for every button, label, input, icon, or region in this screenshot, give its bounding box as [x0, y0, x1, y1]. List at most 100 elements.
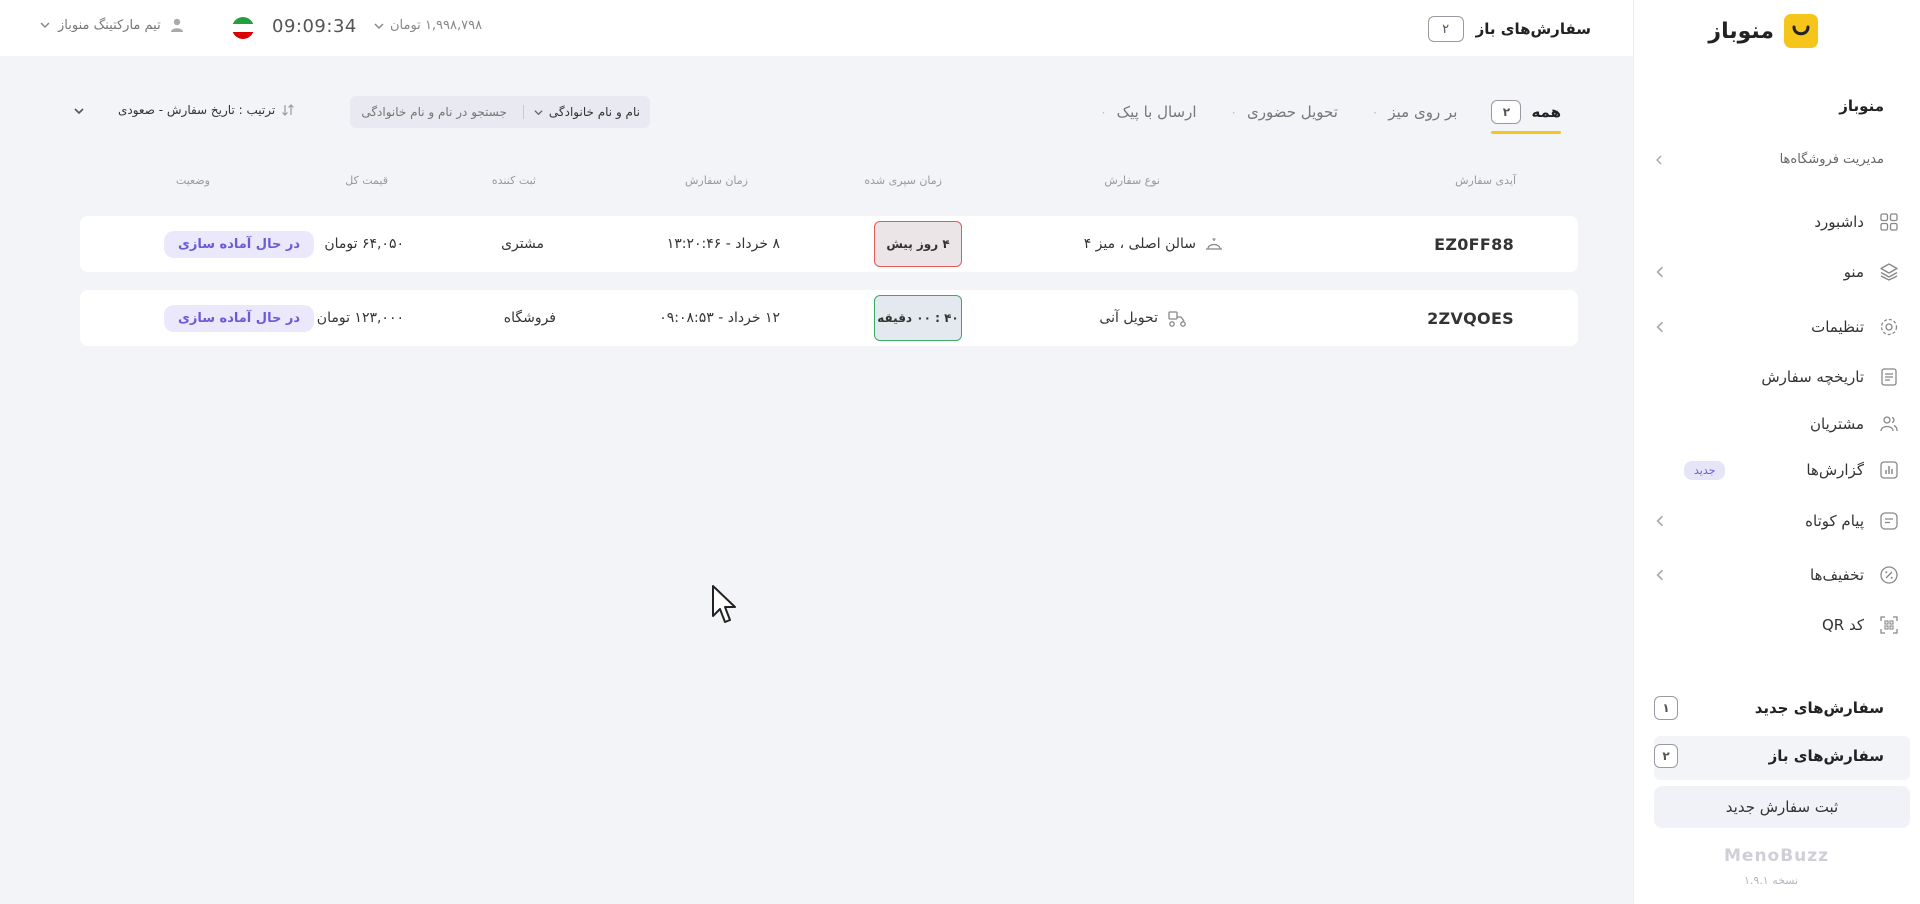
discount-icon — [1878, 564, 1900, 586]
brand-name: منوباز — [1708, 18, 1774, 44]
user-name: تیم مارکتینگ منوباز — [58, 17, 161, 33]
chevron-left-icon — [1656, 569, 1663, 581]
message-icon — [1878, 510, 1900, 532]
sidebar-item-qr-code[interactable]: کد QR — [1654, 608, 1900, 642]
order-id: EZ0FF88 — [1434, 234, 1514, 254]
order-id: 2ZVQOES — [1427, 308, 1514, 328]
sidebar-item-reports[interactable]: گزارش‌ها جدید — [1654, 453, 1900, 487]
topbar-open-orders[interactable]: سفارش‌های باز ۲ — [1427, 16, 1591, 42]
sort-icon — [282, 104, 295, 116]
registered-by: فروشگاه — [503, 310, 556, 326]
receipt-icon — [1878, 366, 1900, 388]
tab-label: بر روی میز — [1388, 103, 1458, 121]
brand[interactable]: منوباز — [1708, 14, 1818, 48]
sidebar-item-customers[interactable]: مشتریان — [1654, 407, 1900, 441]
sidebar-item-sms[interactable]: پیام کوتاه — [1654, 504, 1900, 538]
sidebar-item-label: منو — [1843, 263, 1864, 281]
order-type-cell: تحویل آنی — [1099, 290, 1188, 346]
tab-delivery[interactable]: ارسال با پیک ۰ — [1100, 92, 1196, 132]
dish-icon — [1206, 238, 1222, 250]
tab-in-person[interactable]: تحویل حضوری ۰ — [1231, 92, 1338, 132]
brand-logo-icon — [1784, 14, 1818, 48]
elapsed-cell: ۴ روز پیش — [874, 216, 962, 272]
shop-management[interactable]: مدیریت فروشگاه‌ها — [1654, 152, 1884, 167]
new-orders-count: ۱ — [1654, 696, 1678, 720]
sidebar-item-label: گزارش‌ها — [1806, 461, 1864, 479]
iran-flag-icon[interactable] — [232, 17, 254, 39]
sidebar-open-orders[interactable]: سفارش‌های باز ۲ — [1654, 744, 1884, 768]
elapsed-badge: ۴ روز پیش — [874, 221, 962, 267]
mouse-cursor-icon — [712, 585, 736, 623]
order-time: ۸ خرداد - ۱۳:۲۰:۴۶ — [666, 236, 780, 252]
topbar-open-orders-label: سفارش‌های باز — [1475, 20, 1591, 38]
tab-on-table[interactable]: بر روی میز ۰ — [1372, 92, 1458, 132]
status-badge[interactable]: در حال آماده سازی — [163, 304, 314, 332]
header-total: قیمت کل — [345, 174, 388, 187]
chevron-down-icon — [534, 109, 543, 115]
app-version: نسخه ۱.۹.۱ — [1744, 874, 1799, 887]
search-box: نام و نام خانوادگی — [350, 96, 650, 128]
clock: 09:09:34 — [272, 16, 357, 37]
table-row[interactable]: EZ0FF88 سالن اصلی ، میز ۴ ۴ روز پیش ۸ خر… — [80, 216, 1578, 272]
sort-select[interactable]: ترتیب : تاریخ سفارش - صعودی — [118, 103, 295, 117]
delivery-icon — [1168, 311, 1186, 327]
tab-count: ۰ — [1371, 105, 1379, 119]
order-type-tabs: همه ۲ بر روی میز ۰ تحویل حضوری ۰ ارسال ب… — [1100, 92, 1561, 134]
sidebar-item-label: داشبورد — [1814, 213, 1864, 231]
sidebar-item-label: تخفیف‌ها — [1810, 566, 1864, 584]
layers-icon — [1878, 261, 1900, 283]
sidebar-item-menu[interactable]: منو — [1654, 255, 1900, 289]
gear-icon — [1878, 316, 1900, 338]
table-row[interactable]: 2ZVQOES تحویل آنی ۴۰ : ۰۰ دقیقه ۱۲ خرداد… — [80, 290, 1578, 346]
sidebar-new-orders[interactable]: سفارش‌های جدید ۱ — [1654, 696, 1884, 720]
elapsed-badge: ۴۰ : ۰۰ دقیقه — [874, 295, 962, 341]
search-field-label: نام و نام خانوادگی — [548, 105, 640, 119]
header-order-time: زمان سفارش — [684, 174, 748, 187]
balance-amount: ۱,۹۹۸,۷۹۸ تومان — [390, 18, 483, 33]
chevron-left-icon — [1656, 266, 1663, 278]
dashboard-icon — [1878, 211, 1900, 233]
sidebar: منوباز منوباز مدیریت فروشگاه‌ها داشبورد … — [1633, 0, 1920, 904]
sidebar-item-label: تنظیمات — [1811, 318, 1864, 336]
order-type: سالن اصلی ، میز ۴ — [1083, 236, 1196, 252]
filter-controls: ترتیب : تاریخ سفارش - صعودی نام و نام خا… — [70, 94, 750, 130]
tab-count: ۰ — [1100, 105, 1107, 119]
tab-count: ۰ — [1230, 105, 1237, 119]
chevron-down-icon[interactable] — [74, 106, 84, 116]
order-type: تحویل آنی — [1099, 310, 1158, 326]
search-field-select[interactable]: نام و نام خانوادگی — [522, 105, 640, 119]
sidebar-item-label: مشتریان — [1810, 415, 1864, 433]
new-orders-label: سفارش‌های جدید — [1754, 699, 1884, 717]
chevron-down-icon — [40, 22, 50, 29]
wallet-balance[interactable]: ۱,۹۹۸,۷۹۸ تومان — [374, 18, 482, 33]
user-menu[interactable]: تیم مارکتینگ منوباز — [40, 17, 185, 33]
search-input[interactable] — [356, 105, 507, 119]
chevron-down-icon — [374, 22, 384, 29]
tab-label: ارسال با پیک — [1116, 103, 1197, 121]
new-badge: جدید — [1684, 460, 1726, 480]
chevron-left-icon — [1656, 515, 1663, 527]
new-order-button[interactable]: ثبت سفارش جدید — [1654, 786, 1910, 828]
registered-by: مشتری — [501, 236, 544, 252]
header-order-id: آیدی سفارش — [1455, 174, 1516, 187]
status-badge[interactable]: در حال آماده سازی — [163, 230, 314, 258]
sort-label: ترتیب : تاریخ سفارش - صعودی — [118, 103, 276, 117]
sidebar-item-order-history[interactable]: تاریخچه سفارش — [1654, 360, 1900, 394]
sidebar-item-discounts[interactable]: تخفیف‌ها — [1654, 558, 1900, 592]
tab-label: همه — [1531, 103, 1561, 121]
user-icon — [170, 18, 183, 32]
users-icon — [1878, 413, 1900, 435]
sidebar-item-settings[interactable]: تنظیمات — [1654, 310, 1900, 344]
header-elapsed: زمان سپری شده — [864, 174, 942, 187]
main-area: سفارش‌های باز ۲ تیم مارکتینگ منوباز 09:0… — [0, 0, 1633, 904]
top-bar: سفارش‌های باز ۲ تیم مارکتینگ منوباز 09:0… — [0, 0, 1633, 56]
chevron-left-icon — [1656, 321, 1663, 333]
elapsed-cell: ۴۰ : ۰۰ دقیقه — [874, 290, 962, 346]
header-status: وضعیت — [175, 174, 210, 187]
sidebar-item-dashboard[interactable]: داشبورد — [1654, 205, 1900, 239]
open-orders-count: ۲ — [1654, 744, 1678, 768]
header-order-type: نوع سفارش — [1104, 174, 1160, 187]
total-price: ۱۲۳,۰۰۰ تومان — [316, 310, 404, 326]
open-orders-label: سفارش‌های باز — [1768, 747, 1884, 765]
tab-all[interactable]: همه ۲ — [1491, 92, 1561, 134]
